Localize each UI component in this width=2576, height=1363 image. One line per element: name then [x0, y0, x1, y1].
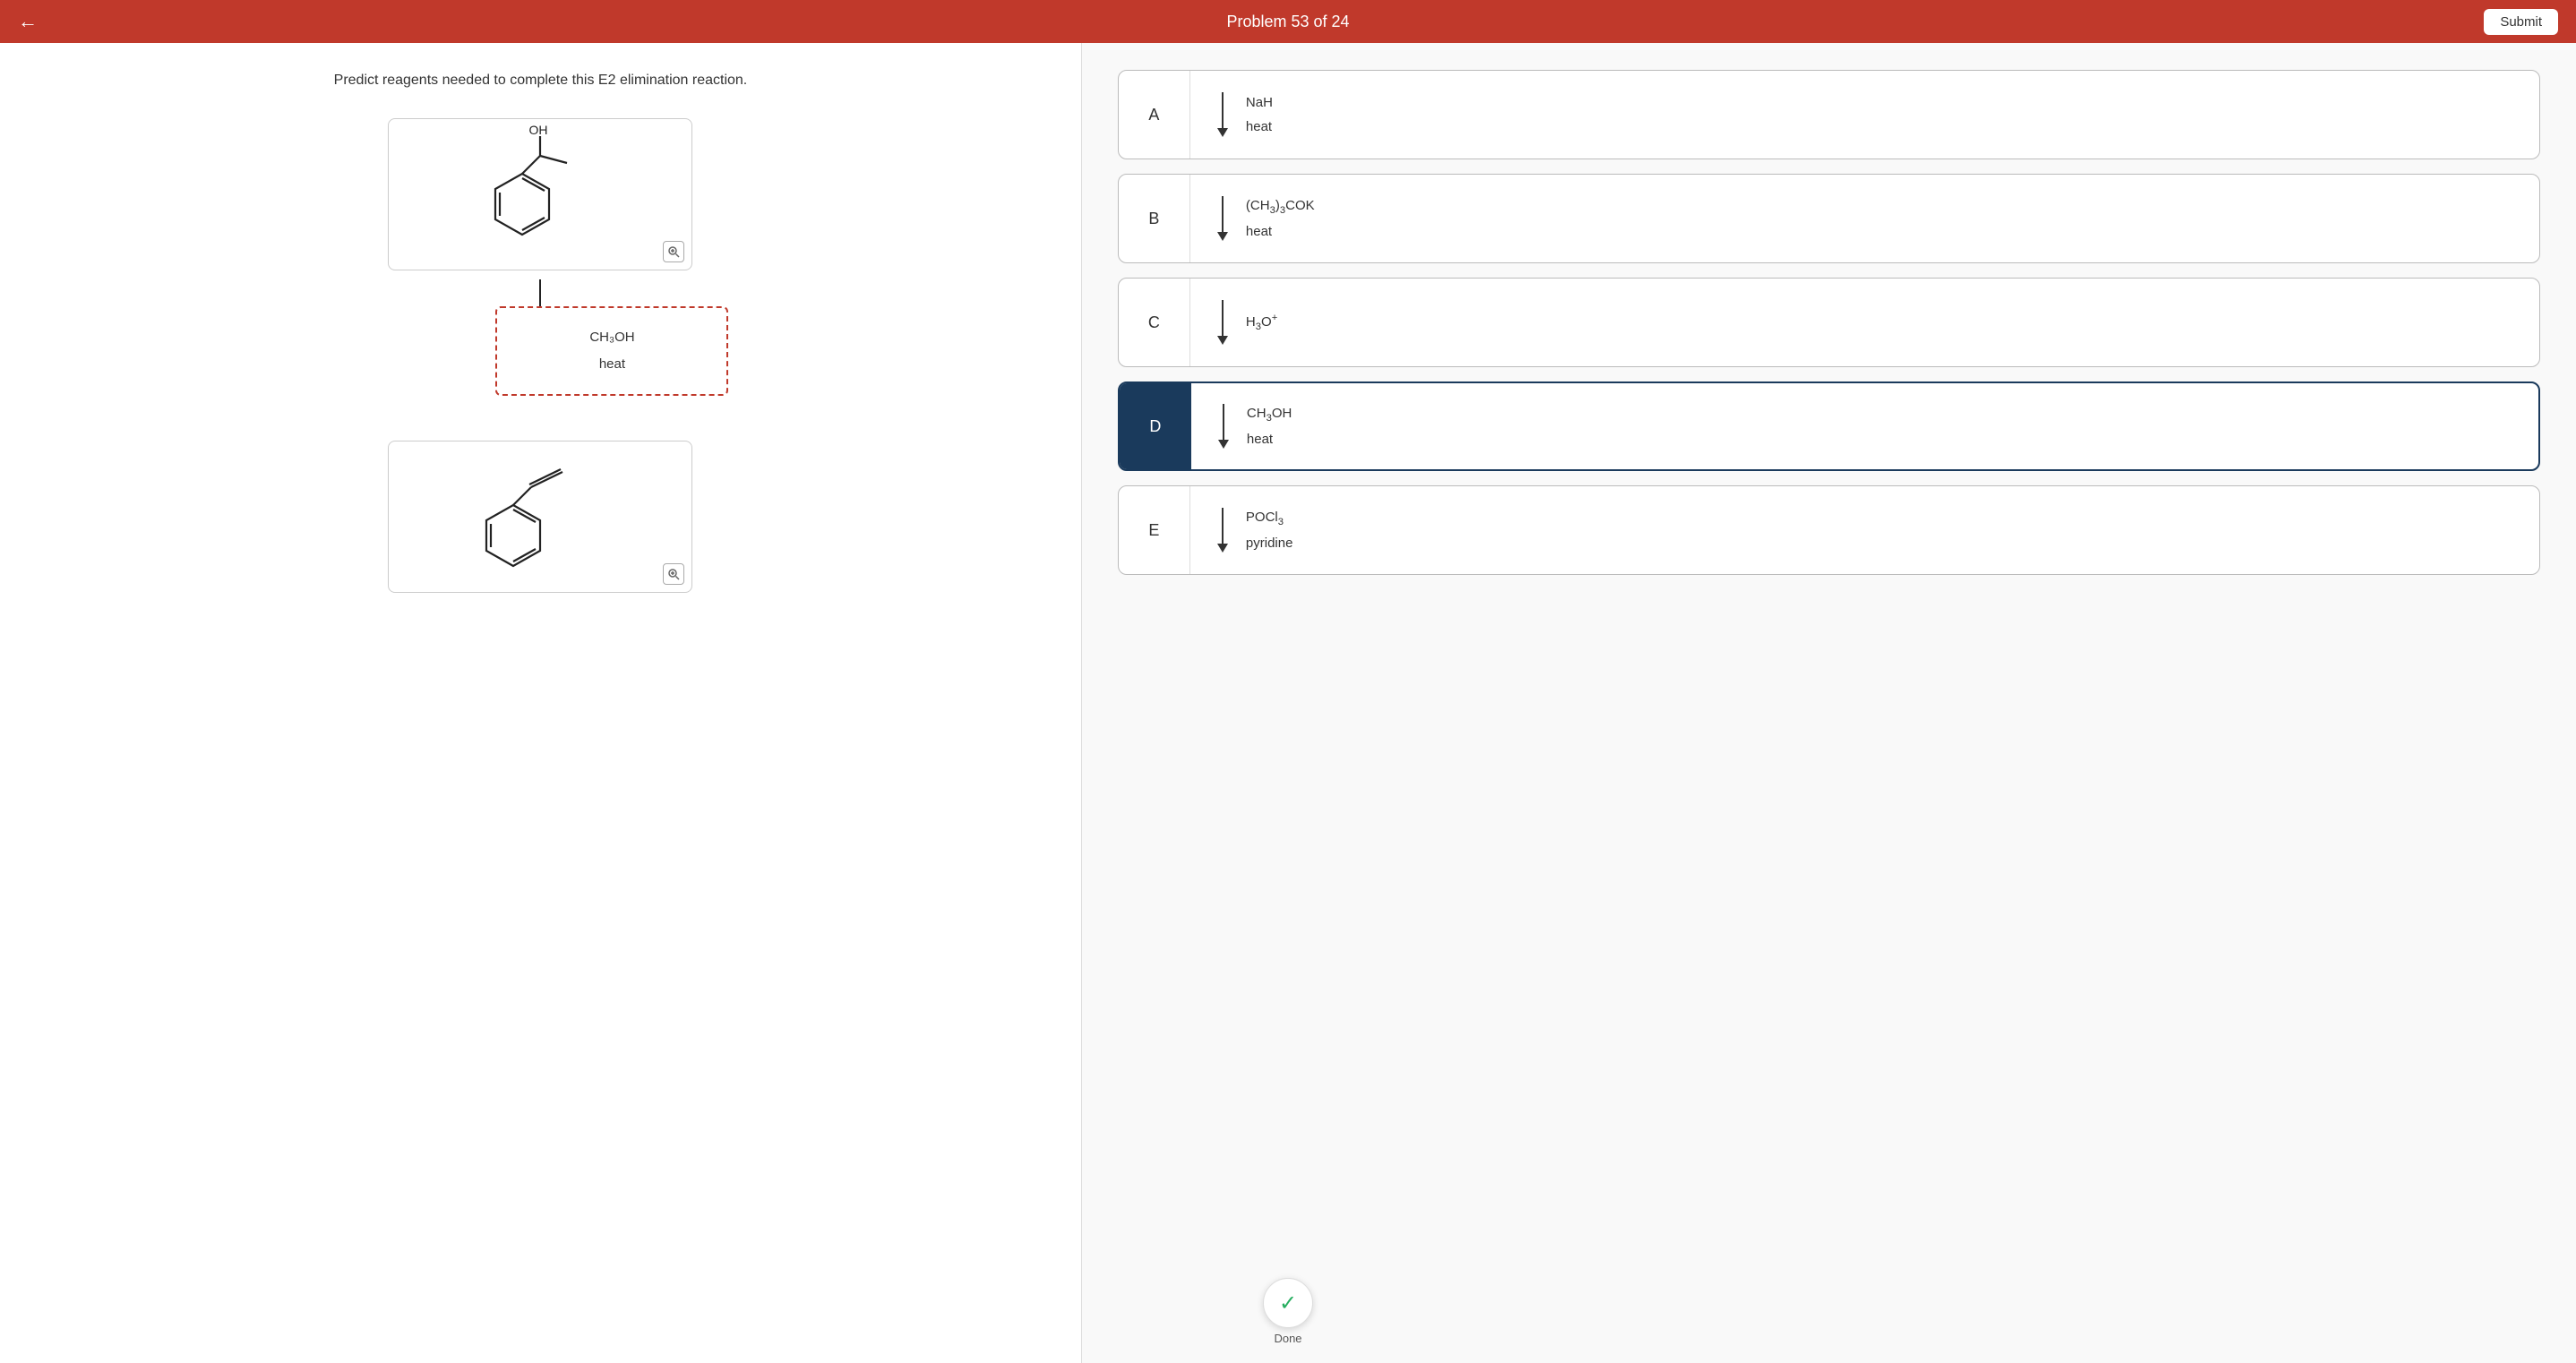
option-A-label: A: [1119, 71, 1190, 159]
right-panel: A NaHheat B (CH3)3COKheat: [1082, 43, 2576, 1363]
arrow-top-line: [539, 279, 541, 306]
header: ← Problem 53 of 24 Submit: [0, 0, 2576, 43]
option-D-text: CH3OHheat: [1247, 401, 1292, 451]
option-E-label: E: [1119, 486, 1190, 574]
option-B-text: (CH3)3COKheat: [1246, 193, 1315, 244]
option-A[interactable]: A NaHheat: [1118, 70, 2540, 159]
done-check-icon: ✓: [1279, 1290, 1297, 1316]
product-zoom-icon[interactable]: [663, 563, 684, 585]
option-C-label: C: [1119, 279, 1190, 366]
done-circle: ✓: [1263, 1278, 1313, 1328]
option-E-arrow: [1217, 508, 1228, 553]
option-A-text: NaHheat: [1246, 90, 1273, 139]
option-D-arrow: [1218, 404, 1229, 449]
product-molecule-box: [388, 441, 692, 593]
option-B[interactable]: B (CH3)3COKheat: [1118, 174, 2540, 263]
option-D-content: CH3OHheat: [1191, 401, 2538, 451]
option-C-content: H3O+: [1190, 300, 2539, 345]
option-B-label: B: [1119, 175, 1190, 262]
option-B-content: (CH3)3COKheat: [1190, 193, 2539, 244]
option-D[interactable]: D CH3OHheat: [1118, 381, 2540, 471]
option-E-content: POCl3pyridine: [1190, 505, 2539, 555]
left-panel: Predict reagents needed to complete this…: [0, 43, 1082, 1363]
option-D-label: D: [1120, 383, 1191, 469]
done-area[interactable]: ✓ Done: [1263, 1278, 1313, 1345]
main-layout: Predict reagents needed to complete this…: [0, 43, 2576, 1363]
option-C-arrow: [1217, 300, 1228, 345]
reagent-text: CH₃OH heat: [519, 324, 705, 378]
option-C-text: H3O+: [1246, 309, 1277, 336]
option-B-arrow: [1217, 196, 1228, 241]
option-E-text: POCl3pyridine: [1246, 505, 1293, 555]
back-button[interactable]: ←: [18, 10, 38, 33]
reactant-molecule-svg: OH: [442, 127, 639, 261]
option-C[interactable]: C H3O+: [1118, 278, 2540, 367]
option-A-arrow: [1217, 92, 1228, 137]
product-molecule-svg: [433, 450, 648, 584]
option-A-content: NaHheat: [1190, 90, 2539, 139]
question-text: Predict reagents needed to complete this…: [334, 70, 748, 91]
svg-text:OH: OH: [529, 123, 548, 137]
reaction-arrow-container: CH₃OH heat: [36, 279, 1045, 441]
reagent-box: CH₃OH heat: [495, 306, 728, 396]
problem-title: Problem 53 of 24: [1226, 13, 1349, 31]
option-E[interactable]: E POCl3pyridine: [1118, 485, 2540, 575]
zoom-icon[interactable]: [663, 241, 684, 262]
reactant-molecule-box: OH: [388, 118, 692, 270]
done-label: Done: [1274, 1332, 1301, 1345]
submit-button[interactable]: Submit: [2484, 9, 2558, 35]
